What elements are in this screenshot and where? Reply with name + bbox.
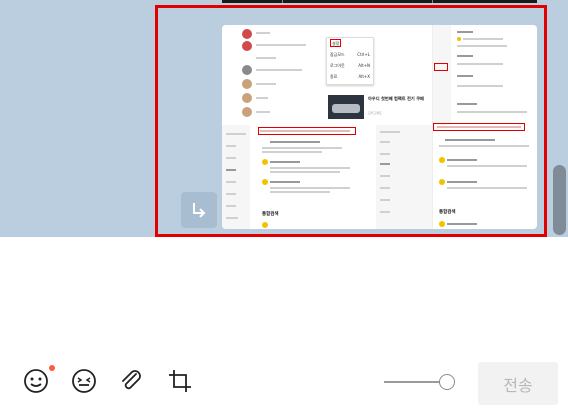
smile-icon[interactable] [21,366,51,396]
forward-arrow-icon [193,203,206,218]
volume-slider-handle[interactable] [439,374,455,390]
share-button[interactable] [181,192,217,228]
send-button[interactable]: 전송 [478,362,558,405]
sticker-icon[interactable] [69,366,99,396]
scrollbar[interactable] [553,165,566,235]
previous-image-edge [222,0,537,3]
chat-area: 통합검색 설정 잠금모드 Ctrl+L 로그아웃 Alt+N 종료 Alt+X 아우디… [0,0,568,237]
notification-dot [49,365,55,371]
paperclip-icon[interactable] [116,366,146,396]
crop-icon[interactable] [165,366,195,396]
